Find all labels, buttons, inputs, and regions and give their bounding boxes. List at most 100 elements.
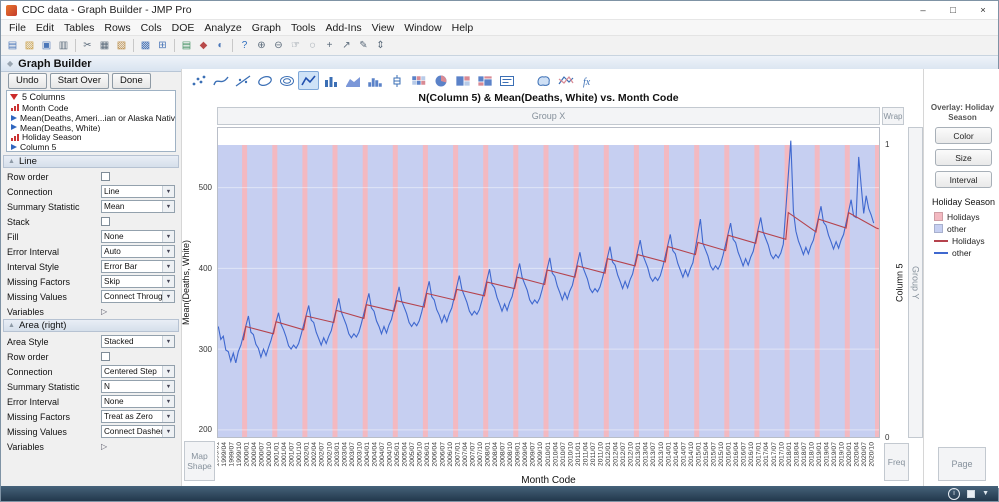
- connection-dropdown[interactable]: Line▼: [101, 185, 175, 198]
- parallel-plot-icon[interactable]: [555, 71, 576, 90]
- menu-cols[interactable]: Cols: [136, 22, 167, 34]
- line-of-fit-icon[interactable]: [232, 71, 253, 90]
- caption-box-icon[interactable]: [496, 71, 517, 90]
- error-interval-dropdown[interactable]: Auto▼: [101, 245, 175, 258]
- treemap-icon[interactable]: [452, 71, 473, 90]
- heatmap-icon[interactable]: [408, 71, 429, 90]
- group-x-dropzone[interactable]: Group X: [217, 107, 880, 125]
- row-order-checkbox[interactable]: [101, 172, 110, 181]
- minimize-button[interactable]: –: [908, 2, 938, 19]
- new-data-table-icon[interactable]: ▤: [4, 38, 21, 53]
- variables-disclosure[interactable]: ▷: [101, 307, 107, 316]
- layout-icon[interactable]: ⊞: [154, 38, 171, 53]
- plot-canvas[interactable]: [217, 127, 880, 438]
- legend-item-holidays[interactable]: Holidays: [934, 235, 985, 246]
- menu-tables[interactable]: Tables: [59, 22, 99, 34]
- x-axis-ticks[interactable]: 1999/011999/041999/071999/102000/012000/…: [217, 439, 880, 475]
- menu-tools[interactable]: Tools: [286, 22, 321, 34]
- line-icon[interactable]: [298, 71, 319, 90]
- done-button[interactable]: Done: [112, 73, 151, 89]
- map-shape-dropzone[interactable]: Map Shape: [184, 441, 215, 481]
- variables-disclosure[interactable]: ▷: [101, 442, 107, 451]
- size-button[interactable]: Size: [935, 149, 992, 166]
- box-plot-icon[interactable]: [386, 71, 407, 90]
- column-item-column-5[interactable]: Column 5: [7, 142, 175, 152]
- map-shapes-icon[interactable]: [533, 71, 554, 90]
- column-item-mean-deaths-white[interactable]: Mean(Deaths, White): [7, 123, 175, 133]
- data-table-icon[interactable]: ▤: [178, 38, 195, 53]
- analyze-icon[interactable]: ◆: [195, 38, 212, 53]
- area-section-header[interactable]: ▲ Area (right): [3, 319, 179, 332]
- help-icon[interactable]: ?: [236, 38, 253, 53]
- interval-style-dropdown[interactable]: Error Bar▼: [101, 260, 175, 273]
- wrap-dropzone[interactable]: Wrap: [882, 107, 904, 125]
- missing-factors-dropdown[interactable]: Skip▼: [101, 275, 175, 288]
- start-over-button[interactable]: Start Over: [50, 73, 109, 89]
- print-icon[interactable]: ▥: [55, 38, 72, 53]
- legend-item-other[interactable]: other: [934, 247, 971, 258]
- y-axis-ticks[interactable]: 500400300200: [190, 127, 214, 438]
- dropdown-caret-icon[interactable]: ▼: [982, 486, 989, 501]
- menu-file[interactable]: File: [4, 22, 31, 34]
- scroll-tool-icon[interactable]: ⇕: [372, 38, 389, 53]
- contour-icon[interactable]: [276, 71, 297, 90]
- smoother-icon[interactable]: [210, 71, 231, 90]
- menu-graph[interactable]: Graph: [247, 22, 286, 34]
- column-item-holiday-season[interactable]: Holiday Season: [7, 132, 175, 142]
- group-y-dropzone[interactable]: Group Y: [908, 127, 923, 438]
- info-icon[interactable]: i: [948, 488, 960, 500]
- color-button[interactable]: Color: [935, 127, 992, 144]
- row-order-checkbox[interactable]: [101, 352, 110, 361]
- column-item-month-code[interactable]: Month Code: [7, 103, 175, 113]
- maximize-button[interactable]: □: [938, 2, 968, 19]
- menu-edit[interactable]: Edit: [31, 22, 59, 34]
- formula-icon[interactable]: fx: [577, 71, 598, 90]
- menu-analyze[interactable]: Analyze: [199, 22, 246, 34]
- lasso-tool-icon[interactable]: ◌: [304, 38, 321, 53]
- histogram-icon[interactable]: [364, 71, 385, 90]
- area-style-dropdown[interactable]: Stacked▼: [101, 335, 175, 348]
- disclosure-icon[interactable]: ◆: [7, 59, 13, 68]
- open-icon[interactable]: ▨: [21, 38, 38, 53]
- bar-icon[interactable]: [320, 71, 341, 90]
- save-icon[interactable]: ▣: [38, 38, 55, 53]
- menu-view[interactable]: View: [367, 22, 400, 34]
- legend-item-other[interactable]: other: [934, 223, 966, 234]
- filter-funnel-icon[interactable]: [10, 94, 18, 100]
- pie-icon[interactable]: [430, 71, 451, 90]
- collapse-triangle-icon[interactable]: ▲: [8, 322, 15, 329]
- missing-factors-dropdown[interactable]: Treat as Zero▼: [101, 410, 175, 423]
- interval-button[interactable]: Interval: [935, 171, 992, 188]
- freq-dropzone[interactable]: Freq: [884, 443, 909, 481]
- collapse-triangle-icon[interactable]: ▲: [8, 158, 15, 165]
- menu-doe[interactable]: DOE: [167, 22, 200, 34]
- menu-help[interactable]: Help: [447, 22, 479, 34]
- summary-statistic-dropdown[interactable]: N▼: [101, 380, 175, 393]
- copy-icon[interactable]: ▦: [96, 38, 113, 53]
- missing-values-dropdown[interactable]: Connect Dashed▼: [101, 425, 175, 438]
- mosaic-icon[interactable]: [474, 71, 495, 90]
- fill-dropdown[interactable]: None▼: [101, 230, 175, 243]
- pencil-tool-icon[interactable]: ✎: [355, 38, 372, 53]
- legend-item-holidays[interactable]: Holidays: [934, 211, 980, 222]
- close-button[interactable]: ×: [968, 2, 998, 19]
- graph-icon[interactable]: ◐: [212, 38, 229, 53]
- window-icon[interactable]: [967, 490, 975, 498]
- arrow-tool-icon[interactable]: ↗: [338, 38, 355, 53]
- summary-statistic-dropdown[interactable]: Mean▼: [101, 200, 175, 213]
- menu-window[interactable]: Window: [399, 22, 446, 34]
- stack-checkbox[interactable]: [101, 217, 110, 226]
- paste-icon[interactable]: ▧: [113, 38, 130, 53]
- line-section-header[interactable]: ▲ Line: [3, 155, 179, 168]
- error-interval-dropdown[interactable]: None▼: [101, 395, 175, 408]
- ellipse-icon[interactable]: [254, 71, 275, 90]
- missing-values-dropdown[interactable]: Connect Through▼: [101, 290, 175, 303]
- zoom-out-icon[interactable]: ⊖: [270, 38, 287, 53]
- area-icon[interactable]: [342, 71, 363, 90]
- page-dropzone[interactable]: Page: [938, 447, 986, 481]
- menu-add-ins[interactable]: Add-Ins: [320, 22, 366, 34]
- zoom-in-icon[interactable]: ⊕: [253, 38, 270, 53]
- column-item-mean-deaths-ameri-ian-or-alaska-native[interactable]: Mean(Deaths, Ameri...ian or Alaska Nativ…: [7, 113, 175, 123]
- connection-dropdown[interactable]: Centered Step▼: [101, 365, 175, 378]
- journal-icon[interactable]: ▩: [137, 38, 154, 53]
